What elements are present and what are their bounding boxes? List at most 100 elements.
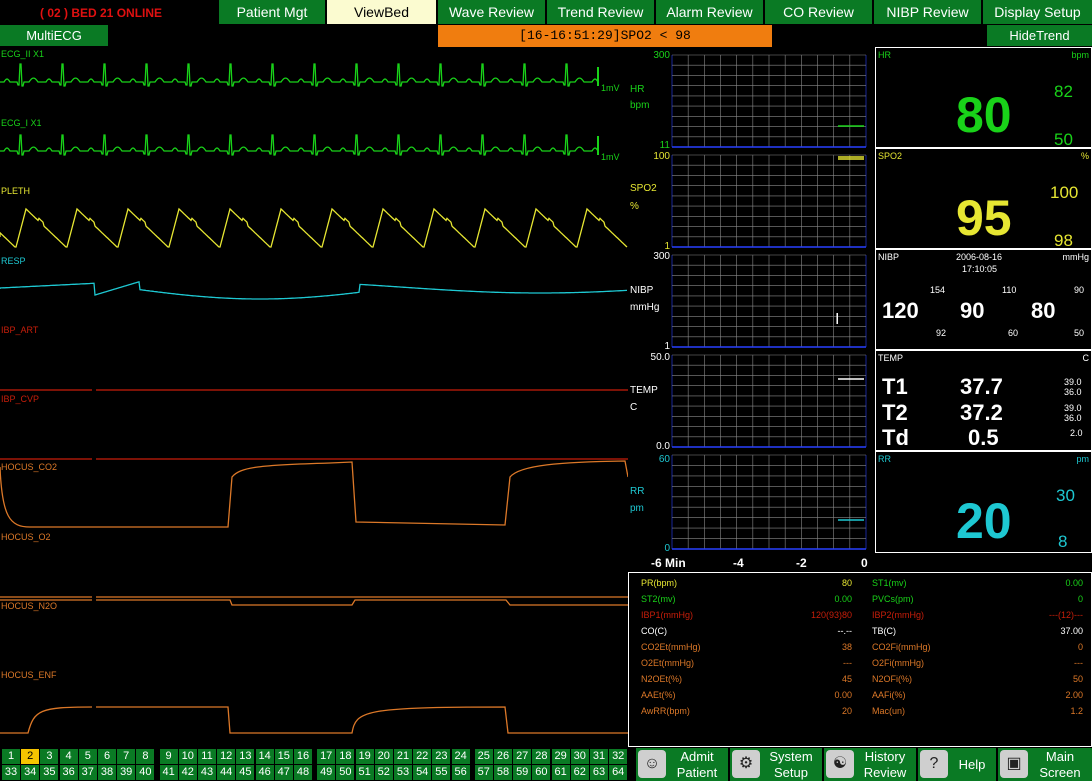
bed-selector: 1 2 3 4 5 6 7 8 9 10 11 12 13 14 15 16 17 18 19 20 21 22 23 24 2… [0, 748, 630, 781]
bed-button[interactable]: 20 [374, 749, 393, 764]
bed-button[interactable]: 33 [2, 765, 20, 780]
bed-button[interactable]: 30 [570, 749, 589, 764]
bed-button[interactable]: 47 [274, 765, 293, 780]
bed-button[interactable]: 14 [255, 749, 274, 764]
bed-button[interactable]: 17 [317, 749, 336, 764]
bed-button[interactable]: 12 [217, 749, 236, 764]
rr-unit: pm [1076, 454, 1089, 464]
bed-button[interactable]: 38 [98, 765, 116, 780]
bed-button[interactable]: 32 [609, 749, 628, 764]
bed-button[interactable]: 11 [198, 749, 216, 764]
trend-unit-rr: pm [630, 503, 644, 514]
bed-button[interactable]: 41 [159, 765, 178, 780]
bed-button[interactable]: 21 [394, 749, 412, 764]
bed-button[interactable]: 48 [294, 765, 312, 780]
bed-button[interactable]: 55 [432, 765, 451, 780]
tab-trend-review[interactable]: Trend Review [547, 0, 654, 24]
bed-button[interactable]: 19 [355, 749, 374, 764]
help-button[interactable]: ? Help [918, 748, 996, 781]
bed-button[interactable]: 64 [609, 765, 628, 780]
history-review-button[interactable]: ☯ History Review [824, 748, 916, 781]
tab-patient-mgt[interactable]: Patient Mgt [219, 0, 325, 24]
row-label: IBP2(mmHg) [872, 610, 925, 620]
bed-button[interactable]: 50 [336, 765, 355, 780]
pleth-waveform [0, 207, 628, 248]
table-row: ST1(mv) 0.00 [860, 575, 1091, 591]
bed-button[interactable]: 29 [551, 749, 570, 764]
hidetrend-button[interactable]: HideTrend [987, 25, 1092, 46]
bed-button[interactable]: 18 [336, 749, 355, 764]
bed-button[interactable]: 9 [159, 749, 178, 764]
trend-axis-label: -6 Min [651, 556, 686, 570]
bed-button[interactable]: 59 [513, 765, 532, 780]
table-row: Mac(un) 1.2 [860, 703, 1091, 719]
tab-co-review[interactable]: CO Review [765, 0, 872, 24]
tab-display-setup[interactable]: Display Setup [983, 0, 1092, 24]
bed-button[interactable]: 62 [570, 765, 589, 780]
nibp-mean: 80 [1031, 298, 1056, 323]
bed-button[interactable]: 31 [590, 749, 608, 764]
multiecg-button[interactable]: MultiECG [0, 25, 108, 46]
bed-button[interactable]: 56 [451, 765, 470, 780]
bed-button[interactable]: 45 [236, 765, 255, 780]
bed-button[interactable]: 5 [78, 749, 97, 764]
bed-button[interactable]: 3 [40, 749, 59, 764]
t1-alarm-low: 36.0 [1064, 387, 1082, 397]
bed-button[interactable]: 63 [590, 765, 608, 780]
bed-button[interactable]: 54 [413, 765, 432, 780]
bed-button[interactable]: 51 [355, 765, 374, 780]
bed-button[interactable]: 46 [255, 765, 274, 780]
wave-label-hocus-n2o: HOCUS_N2O [1, 601, 58, 611]
bed-button[interactable]: 10 [178, 749, 197, 764]
bed-button[interactable]: 13 [236, 749, 255, 764]
bed-button[interactable]: 2 [21, 749, 40, 764]
bed-button[interactable]: 49 [317, 765, 336, 780]
bed-button[interactable]: 23 [432, 749, 451, 764]
tab-nibp-review[interactable]: NIBP Review [874, 0, 981, 24]
bed-button[interactable]: 39 [117, 765, 136, 780]
bed-button[interactable]: 27 [513, 749, 532, 764]
trend-unit-hr: bpm [630, 100, 650, 111]
bed-button[interactable]: 58 [494, 765, 512, 780]
bed-button[interactable]: 16 [294, 749, 312, 764]
bed-button[interactable]: 60 [532, 765, 551, 780]
bed-button[interactable]: 25 [474, 749, 493, 764]
bed-button[interactable]: 8 [136, 749, 155, 764]
trend-grid-spo2 [671, 154, 867, 248]
table-row: CO2Et(mmHg) 38 [629, 639, 860, 655]
trend-axis-label: -4 [733, 556, 744, 570]
bed-button[interactable]: 1 [2, 749, 20, 764]
bed-button[interactable]: 61 [551, 765, 570, 780]
bed-button[interactable]: 42 [178, 765, 197, 780]
bed-button[interactable]: 28 [532, 749, 551, 764]
wave-label-ibp-art: IBP_ART [1, 325, 39, 335]
bed-button[interactable]: 37 [78, 765, 97, 780]
bed-button[interactable]: 15 [274, 749, 293, 764]
row-value: 1.2 [1070, 706, 1083, 716]
bed-button[interactable]: 36 [59, 765, 78, 780]
bed-button[interactable]: 6 [98, 749, 116, 764]
bed-button[interactable]: 24 [451, 749, 470, 764]
bed-button[interactable]: 34 [21, 765, 40, 780]
bed-button[interactable]: 53 [394, 765, 412, 780]
bed-button[interactable]: 40 [136, 765, 155, 780]
bed-button[interactable]: 52 [374, 765, 393, 780]
bed-button[interactable]: 35 [40, 765, 59, 780]
bed-button[interactable]: 22 [413, 749, 432, 764]
admit-patient-button[interactable]: ☺ Admit Patient [636, 748, 728, 781]
tab-alarm-review[interactable]: Alarm Review [656, 0, 763, 24]
bed-button[interactable]: 43 [198, 765, 216, 780]
table-row: IBP1(mmHg) 120(93)80 [629, 607, 860, 623]
bed-button[interactable]: 44 [217, 765, 236, 780]
tab-wave-review[interactable]: Wave Review [438, 0, 545, 24]
trend-unit-spo2: % [630, 201, 639, 212]
table-row: PVCs(pm) 0 [860, 591, 1091, 607]
system-setup-button[interactable]: ⚙ System Setup [730, 748, 822, 781]
bed-button[interactable]: 57 [474, 765, 493, 780]
main-screen-button[interactable]: ▣ Main Screen [998, 748, 1092, 781]
tab-viewbed[interactable]: ViewBed [327, 0, 436, 24]
row-label: ST1(mv) [872, 578, 907, 588]
bed-button[interactable]: 26 [494, 749, 512, 764]
bed-button[interactable]: 7 [117, 749, 136, 764]
bed-button[interactable]: 4 [59, 749, 78, 764]
